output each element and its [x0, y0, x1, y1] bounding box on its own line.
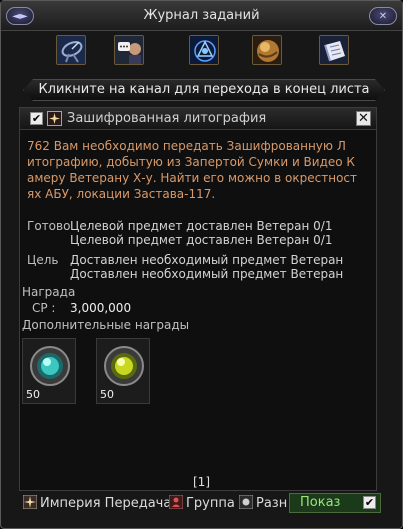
- misc-icon: [239, 495, 253, 509]
- filter-misc-label: Разн: [256, 496, 288, 511]
- ready-line: Целевой предмет доставлен Ветеран 0/1: [70, 233, 333, 247]
- blue-emblem-icon[interactable]: [189, 35, 219, 65]
- cp-label: CP :: [32, 301, 56, 315]
- channel-bar: [1, 35, 402, 73]
- title-bar: ◄► Журнал заданий ✕: [1, 1, 402, 31]
- channel-hint-banner: Кликните на канал для перехода в конец л…: [23, 79, 385, 101]
- scroll-book-icon[interactable]: [319, 35, 349, 65]
- filter-misc[interactable]: Разн: [239, 495, 287, 511]
- goal-line: Доставлен необходимый предмет Ветеран: [70, 267, 344, 281]
- description-line: итографию, добытую из Запертой Сумки и В…: [27, 155, 355, 169]
- empire-star-icon: [23, 495, 37, 509]
- description-line: ях АБУ, локации Застава-117.: [27, 187, 216, 201]
- goal-label: Цель: [27, 253, 59, 267]
- chat-portrait-icon[interactable]: [114, 35, 144, 65]
- window-close-button[interactable]: ✕: [369, 7, 397, 25]
- ready-label: Готово: [27, 219, 71, 233]
- extra-rewards-label: Дополнительные награды: [22, 318, 190, 332]
- goal-line: Доставлен необходимый предмет Ветеран: [70, 253, 344, 267]
- show-filter-select[interactable]: Показ ✔: [289, 493, 381, 513]
- filter-empire[interactable]: Империя Передача: [23, 495, 171, 511]
- group-icon: [169, 495, 183, 509]
- filter-group-label: Группа: [186, 496, 235, 511]
- reward-slot[interactable]: 50: [96, 338, 150, 404]
- quest-title: Зашифрованная литография: [67, 111, 267, 126]
- filter-empire-label: Империя Передача: [40, 496, 172, 511]
- yellow-orb-icon: [104, 346, 144, 386]
- quest-journal-window: ◄► Журнал заданий ✕ Кликните на канал дл…: [0, 0, 403, 529]
- reward-count: 50: [100, 388, 114, 401]
- cp-value: 3,000,000: [70, 301, 132, 315]
- description-line: амеру Ветерану Х-у. Найти его можно в ок…: [27, 171, 357, 185]
- satellite-dish-icon[interactable]: [56, 35, 86, 65]
- show-filter-checkbox[interactable]: ✔: [363, 496, 376, 509]
- reward-count: 50: [26, 388, 40, 401]
- quest-header: ✔ Зашифрованная литография ✕: [20, 108, 376, 130]
- quest-type-icon: [47, 111, 62, 126]
- quest-description: 762 Вам необходимо передать Зашифрованну…: [27, 138, 371, 202]
- reward-slot[interactable]: 50: [22, 338, 76, 404]
- quest-panel: ✔ Зашифрованная литография ✕ 762 Вам нео…: [19, 107, 377, 491]
- quest-close-button[interactable]: ✕: [356, 111, 371, 126]
- window-title: Журнал заданий: [143, 8, 260, 23]
- ready-line: Целевой предмет доставлен Ветеран 0/1: [70, 219, 333, 233]
- page-indicator[interactable]: [1]: [1, 475, 402, 489]
- reward-label: Награда: [22, 285, 76, 299]
- filter-bar: Империя Передача Группа Разн Показ ✔: [19, 493, 381, 515]
- golden-orb-icon[interactable]: [252, 35, 282, 65]
- description-line: 762 Вам необходимо передать Зашифрованну…: [27, 139, 346, 153]
- show-filter-label: Показ: [300, 495, 341, 510]
- quest-track-checkbox[interactable]: ✔: [30, 112, 43, 125]
- filter-group[interactable]: Группа: [169, 495, 235, 511]
- teal-orb-icon: [30, 346, 70, 386]
